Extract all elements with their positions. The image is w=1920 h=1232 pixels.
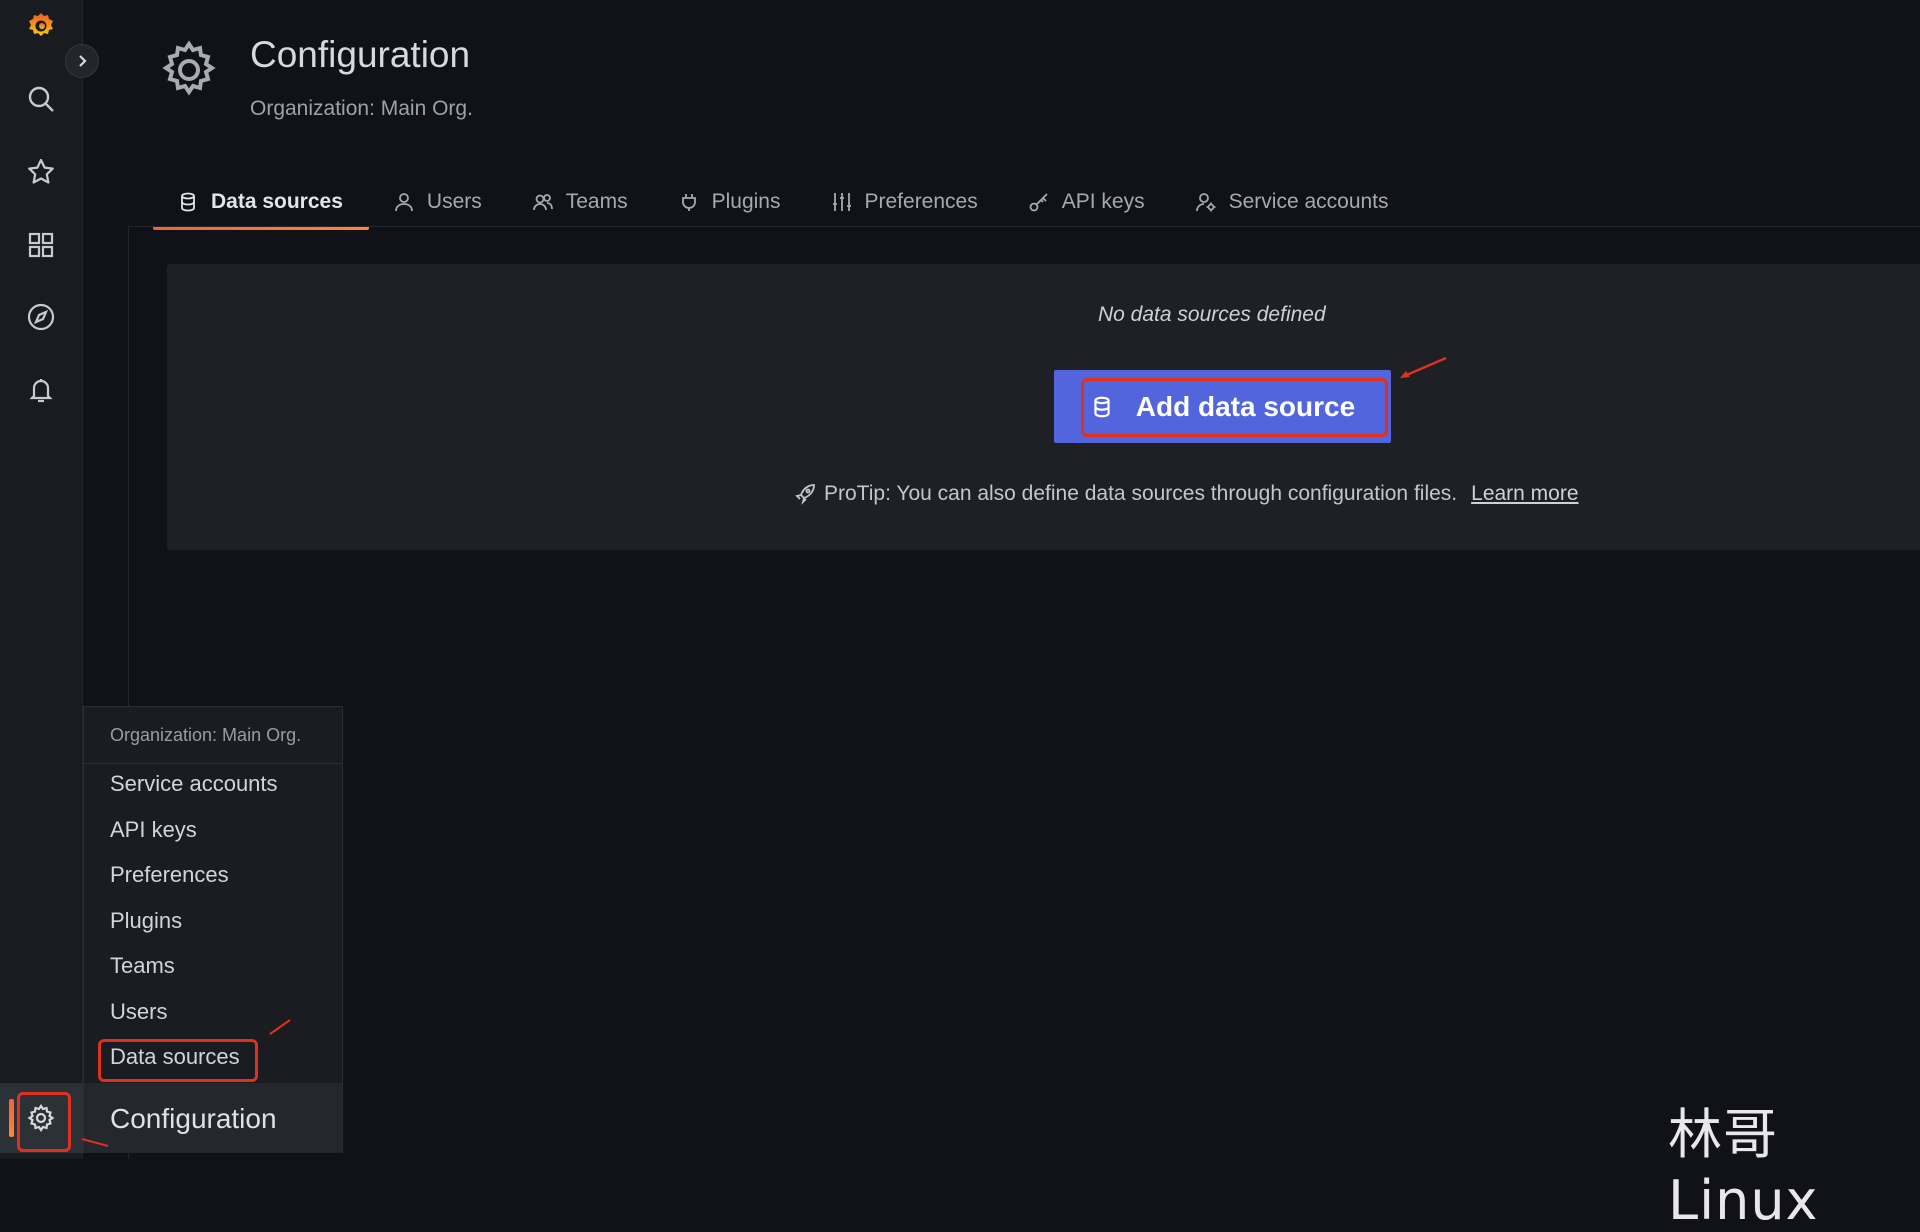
tab-bar: Data sources Users Teams Plugins Prefere… <box>153 178 1415 230</box>
tab-preferences[interactable]: Preferences <box>807 178 1004 226</box>
chevron-right-icon <box>79 55 87 67</box>
page-subtitle: Organization: Main Org. <box>250 97 473 120</box>
learn-more-link[interactable]: Learn more <box>1471 482 1578 506</box>
sliders-icon <box>832 193 851 211</box>
star-icon[interactable] <box>17 148 65 196</box>
tab-label: Preferences <box>864 190 978 213</box>
expand-menu-button[interactable] <box>65 44 99 78</box>
configuration-gear-icon <box>162 40 216 96</box>
alerting-bell-icon[interactable] <box>17 366 65 414</box>
tab-service-accounts[interactable]: Service accounts <box>1171 178 1415 226</box>
tab-teams[interactable]: Teams <box>508 178 654 226</box>
tab-label: Plugins <box>711 190 781 213</box>
empty-state-message: No data sources defined <box>1098 303 1326 326</box>
active-indicator <box>9 1099 14 1137</box>
flyout-item-plugins[interactable]: Plugins <box>110 908 182 934</box>
watermark: 林哥Linux <box>1668 1103 1819 1232</box>
nav-rail <box>0 0 83 1159</box>
tab-label: Users <box>426 190 482 213</box>
flyout-footer-label: Configuration <box>110 1103 277 1134</box>
protip: ProTip: You can also define data sources… <box>794 482 1579 506</box>
plug-icon <box>681 194 696 211</box>
flyout-item-api-keys[interactable]: API keys <box>110 817 197 843</box>
flyout-org-label: Organization: Main Org. <box>110 725 302 745</box>
flyout-item-preferences[interactable]: Preferences <box>110 862 229 888</box>
page-title: Configuration <box>250 34 471 75</box>
tab-label: API keys <box>1061 190 1145 213</box>
tab-label: Data sources <box>211 190 343 213</box>
tab-data-sources[interactable]: Data sources <box>153 178 369 230</box>
dashboards-icon[interactable] <box>17 221 65 269</box>
empty-state-card <box>167 264 1920 550</box>
database-icon <box>181 192 195 212</box>
annotation-arrow <box>81 1138 109 1147</box>
users-icon <box>532 194 553 211</box>
tab-users[interactable]: Users <box>369 178 508 226</box>
tab-api-keys[interactable]: API keys <box>1004 178 1171 226</box>
annotation-highlight-add-button <box>1081 378 1388 437</box>
flyout-item-service-accounts[interactable]: Service accounts <box>110 771 278 797</box>
tab-label: Service accounts <box>1228 190 1389 213</box>
key-icon <box>1029 193 1048 212</box>
annotation-arrow <box>269 1019 291 1035</box>
user-gear-icon <box>1195 193 1216 212</box>
flyout-item-teams[interactable]: Teams <box>110 953 175 979</box>
tab-label: Teams <box>565 190 628 213</box>
tabs-divider <box>128 226 1920 227</box>
protip-text: ProTip: You can also define data sources… <box>824 482 1458 505</box>
grafana-logo[interactable] <box>17 2 65 50</box>
annotation-highlight-configuration <box>17 1092 71 1152</box>
flyout-item-users[interactable]: Users <box>110 999 167 1025</box>
tab-plugins[interactable]: Plugins <box>654 178 807 226</box>
search-icon[interactable] <box>17 75 65 123</box>
rocket-icon <box>795 484 815 505</box>
annotation-highlight-data-sources <box>98 1039 258 1082</box>
annotation-arrow <box>1400 356 1447 379</box>
flyout-footer[interactable]: Configuration <box>84 1083 342 1153</box>
configuration-flyout-menu: Organization: Main Org. Service accounts… <box>83 706 343 1153</box>
flyout-divider <box>84 763 342 764</box>
explore-icon[interactable] <box>17 293 65 341</box>
grafana-logo-icon <box>29 13 53 36</box>
user-icon <box>395 193 413 212</box>
